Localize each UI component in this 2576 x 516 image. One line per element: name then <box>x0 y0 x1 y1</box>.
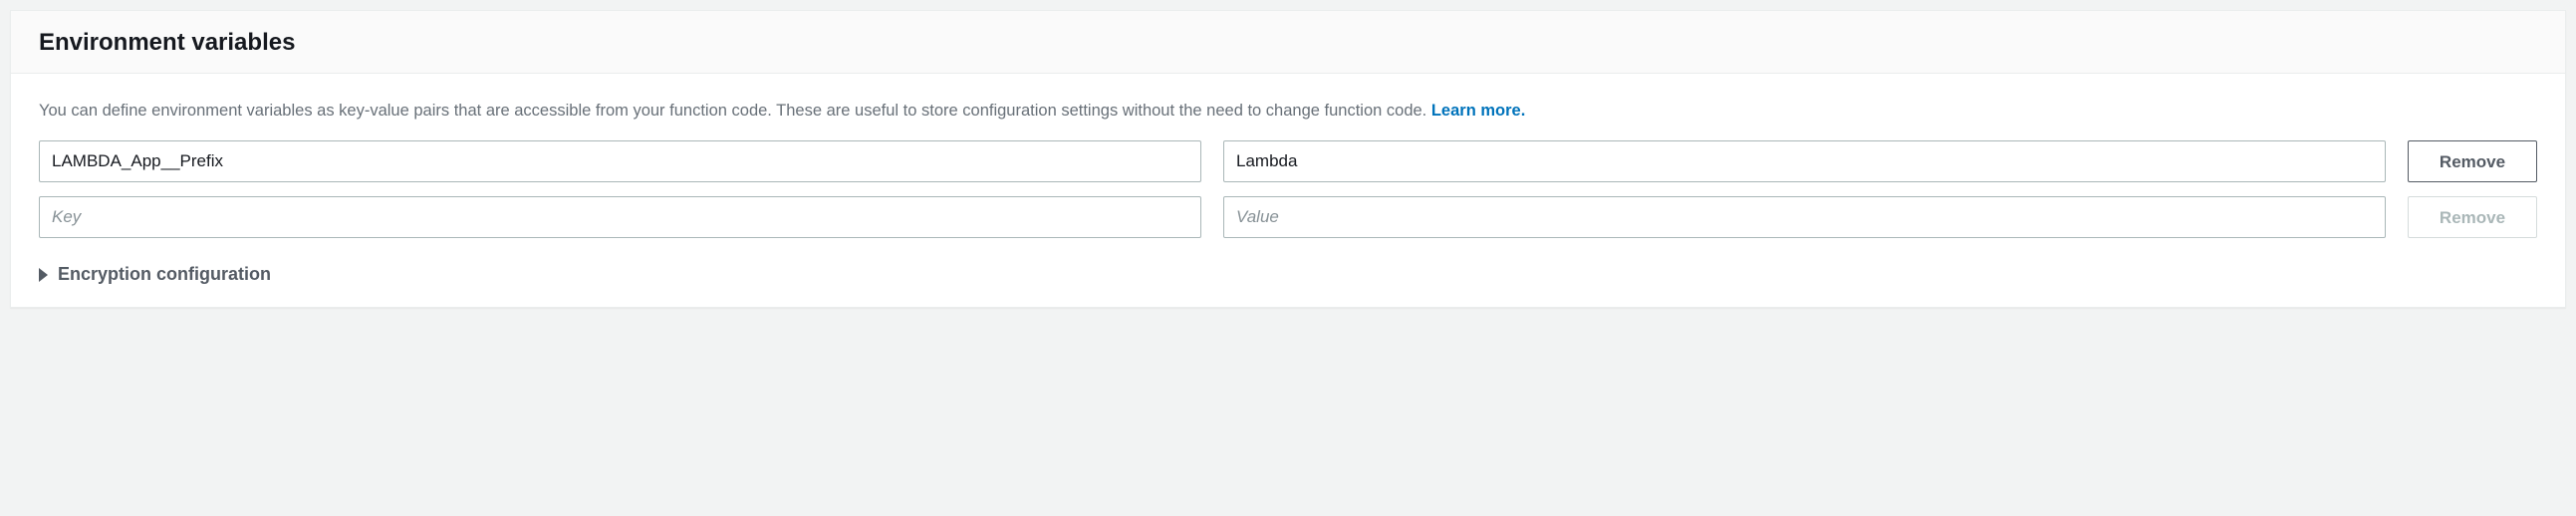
env-vars-panel: Environment variables You can define env… <box>10 10 2566 308</box>
value-col <box>1223 196 2386 238</box>
value-input[interactable] <box>1223 196 2386 238</box>
remove-button: Remove <box>2408 196 2537 238</box>
learn-more-link[interactable]: Learn more. <box>1431 102 1525 120</box>
key-col <box>39 140 1201 182</box>
env-var-rows: Remove Remove <box>39 140 2537 238</box>
key-input[interactable] <box>39 196 1201 238</box>
description-text: You can define environment variables as … <box>39 100 2537 123</box>
value-col <box>1223 140 2386 182</box>
value-input[interactable] <box>1223 140 2386 182</box>
remove-col: Remove <box>2408 140 2537 182</box>
remove-col: Remove <box>2408 196 2537 238</box>
panel-title: Environment variables <box>39 29 2537 57</box>
remove-button[interactable]: Remove <box>2408 140 2537 182</box>
caret-right-icon <box>39 268 48 282</box>
env-var-row: Remove <box>39 196 2537 238</box>
panel-header: Environment variables <box>11 11 2565 74</box>
description-body: You can define environment variables as … <box>39 102 1431 120</box>
encryption-config-toggle[interactable]: Encryption configuration <box>39 264 2537 285</box>
key-input[interactable] <box>39 140 1201 182</box>
key-col <box>39 196 1201 238</box>
env-var-row: Remove <box>39 140 2537 182</box>
panel-body: You can define environment variables as … <box>11 74 2565 307</box>
encryption-config-label: Encryption configuration <box>58 264 271 285</box>
